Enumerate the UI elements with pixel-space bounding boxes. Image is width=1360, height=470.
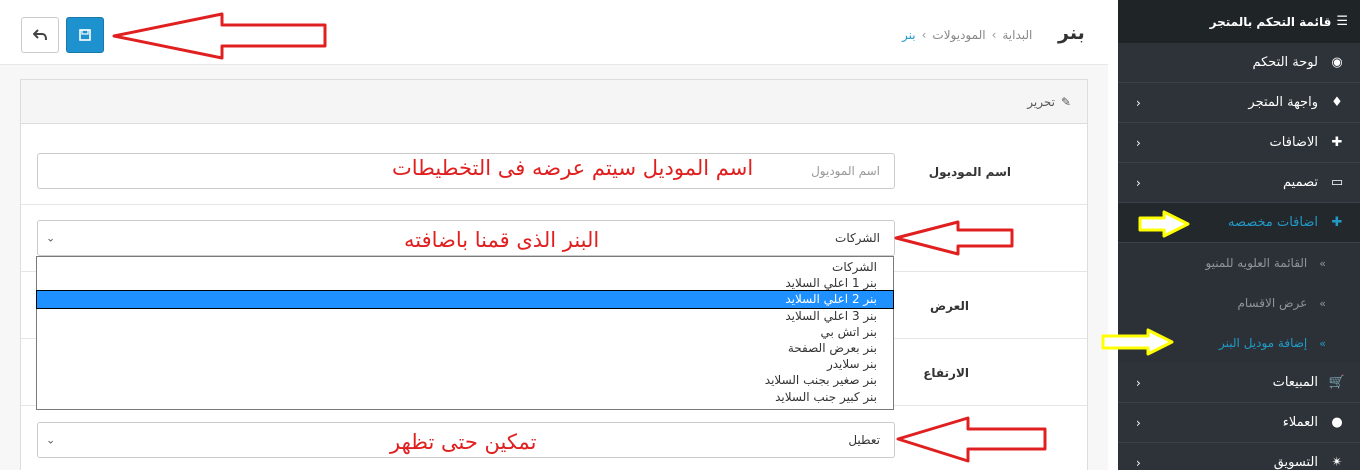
sidebar-subitem-categories[interactable]: » عرض الاقسام bbox=[1118, 283, 1360, 323]
sidebar-item-label: المبيعات bbox=[1272, 375, 1318, 390]
sidebar-item-extensions[interactable]: ✚ الاضافات ‹ bbox=[1118, 123, 1360, 163]
sidebar-title: قائمة التحكم بالمتجر bbox=[1209, 14, 1332, 29]
page-title: بنر bbox=[1058, 22, 1085, 44]
status-label: الحالة bbox=[927, 432, 961, 446]
module-name-label: اسم الموديول bbox=[928, 165, 1011, 179]
double-chevron-icon: » bbox=[1319, 296, 1326, 310]
dropdown-option[interactable]: بنر 1 اعلي السلايد bbox=[37, 275, 893, 291]
chevron-left-icon: ‹ bbox=[1136, 135, 1141, 150]
sidebar-header: ☰ قائمة التحكم بالمتجر bbox=[1118, 0, 1360, 43]
dropdown-option[interactable]: بنر بعرض الصفحة bbox=[37, 340, 893, 356]
puzzle-icon: ✚ bbox=[1331, 215, 1343, 230]
sidebar-item-label: تصميم bbox=[1283, 175, 1318, 190]
chevron-left-icon: ‹ bbox=[1136, 95, 1141, 110]
sidebar-item-label: اضافات مخصصه bbox=[1227, 215, 1318, 230]
puzzle-icon: ✚ bbox=[1331, 135, 1343, 150]
dropdown-option[interactable]: بنر سلايدر bbox=[37, 356, 893, 372]
pencil-icon: ✎ bbox=[1060, 94, 1071, 109]
sidebar-subitem-label: عرض الاقسام bbox=[1237, 296, 1308, 310]
panel-header: ✎ تحرير bbox=[21, 80, 1087, 124]
chevron-left-icon: ‹ bbox=[1136, 375, 1141, 390]
sidebar: ☰ قائمة التحكم بالمتجر ◉ لوحة التحكم ♦ و… bbox=[1118, 0, 1360, 470]
breadcrumb-current[interactable]: بنر bbox=[902, 28, 916, 42]
save-button[interactable] bbox=[66, 17, 104, 53]
back-button[interactable] bbox=[21, 17, 59, 53]
dropdown-option[interactable]: بنر كبير جنب السلايد bbox=[37, 389, 893, 405]
share-icon: ✴ bbox=[1331, 455, 1343, 470]
sidebar-item-storefront[interactable]: ♦ واجهة المتجر ‹ bbox=[1118, 83, 1360, 123]
sidebar-subitem-label: إضافة موديل البنر bbox=[1219, 336, 1308, 350]
breadcrumb: البداية › الموديولات › بنر bbox=[902, 28, 1032, 42]
row-divider bbox=[21, 204, 1087, 205]
reply-icon bbox=[33, 29, 47, 41]
panel-title: تحرير bbox=[1027, 94, 1055, 109]
dropdown-option[interactable]: الشركات bbox=[37, 259, 893, 275]
sidebar-item-label: التسويق bbox=[1273, 455, 1318, 470]
height-label: الارتفاع bbox=[923, 366, 969, 380]
breadcrumb-separator: › bbox=[991, 28, 997, 42]
tag-icon: ♦ bbox=[1331, 95, 1343, 110]
banner-select-value: الشركات bbox=[835, 231, 880, 245]
dropdown-option-selected[interactable]: بنر 2 اعلي السلايد bbox=[36, 290, 894, 309]
chevron-down-icon: ⌄ bbox=[46, 433, 56, 447]
status-select-value: تعطيل bbox=[848, 433, 880, 447]
sidebar-item-label: لوحة التحكم bbox=[1252, 55, 1318, 70]
menu-icon[interactable]: ☰ bbox=[1336, 14, 1348, 29]
sidebar-item-label: واجهة المتجر bbox=[1248, 95, 1318, 110]
status-annotation: تمكين حتى تظهر bbox=[390, 430, 537, 454]
red-arrow-save bbox=[112, 12, 327, 60]
breadcrumb-separator: › bbox=[921, 28, 927, 42]
width-label: العرض bbox=[930, 299, 969, 313]
sidebar-item-sales[interactable]: 🛒 المبيعات ‹ bbox=[1118, 363, 1360, 403]
sidebar-item-design[interactable]: ▭ تصميم ‹ bbox=[1118, 163, 1360, 203]
banner-annotation: البنر الذى قمنا باضافته bbox=[404, 228, 600, 252]
dropdown-option[interactable]: بنر 3 اعلي السلايد bbox=[37, 308, 893, 324]
dropdown-option[interactable]: بنر اتش بي bbox=[37, 324, 893, 340]
chevron-left-icon: ‹ bbox=[1136, 415, 1141, 430]
sidebar-item-custom-extensions[interactable]: ✚ اضافات مخصصه bbox=[1118, 203, 1360, 243]
dashboard-icon: ◉ bbox=[1331, 55, 1343, 70]
double-chevron-icon: » bbox=[1319, 256, 1326, 270]
chevron-left-icon: ‹ bbox=[1136, 175, 1141, 190]
banner-label: بنر bbox=[924, 232, 941, 246]
monitor-icon: ▭ bbox=[1330, 175, 1344, 190]
sidebar-item-customers[interactable]: ● العملاء ‹ bbox=[1118, 403, 1360, 443]
sidebar-subitem-add-banner-module[interactable]: » إضافة موديل البنر bbox=[1118, 323, 1360, 363]
sidebar-item-label: الاضافات bbox=[1269, 135, 1318, 150]
save-icon bbox=[79, 29, 91, 41]
sidebar-item-label: العملاء bbox=[1282, 415, 1318, 430]
banner-dropdown-list: الشركات بنر 1 اعلي السلايد بنر 2 اعلي ال… bbox=[36, 256, 894, 410]
chevron-down-icon: ⌄ bbox=[46, 231, 56, 245]
sidebar-item-marketing[interactable]: ✴ التسويق ‹ bbox=[1118, 443, 1360, 470]
sidebar-subitem-top-menu[interactable]: » القائمة العلويه للمنيو bbox=[1118, 243, 1360, 283]
module-name-placeholder: اسم الموديول bbox=[811, 164, 880, 178]
module-name-annotation: اسم الموديل سيتم عرضه فى التخطيطات bbox=[392, 156, 754, 180]
cart-icon: 🛒 bbox=[1328, 375, 1346, 390]
breadcrumb-home[interactable]: البداية bbox=[1002, 28, 1032, 42]
chevron-left-icon: ‹ bbox=[1136, 455, 1141, 470]
dropdown-option[interactable]: بنر صغير بجنب السلايد bbox=[37, 372, 893, 388]
breadcrumb-modules[interactable]: الموديولات bbox=[932, 28, 985, 42]
sidebar-subitem-label: القائمة العلويه للمنيو bbox=[1205, 256, 1308, 270]
sidebar-item-dashboard[interactable]: ◉ لوحة التحكم bbox=[1118, 43, 1360, 83]
user-icon: ● bbox=[1331, 415, 1343, 430]
double-chevron-icon: » bbox=[1319, 336, 1326, 350]
